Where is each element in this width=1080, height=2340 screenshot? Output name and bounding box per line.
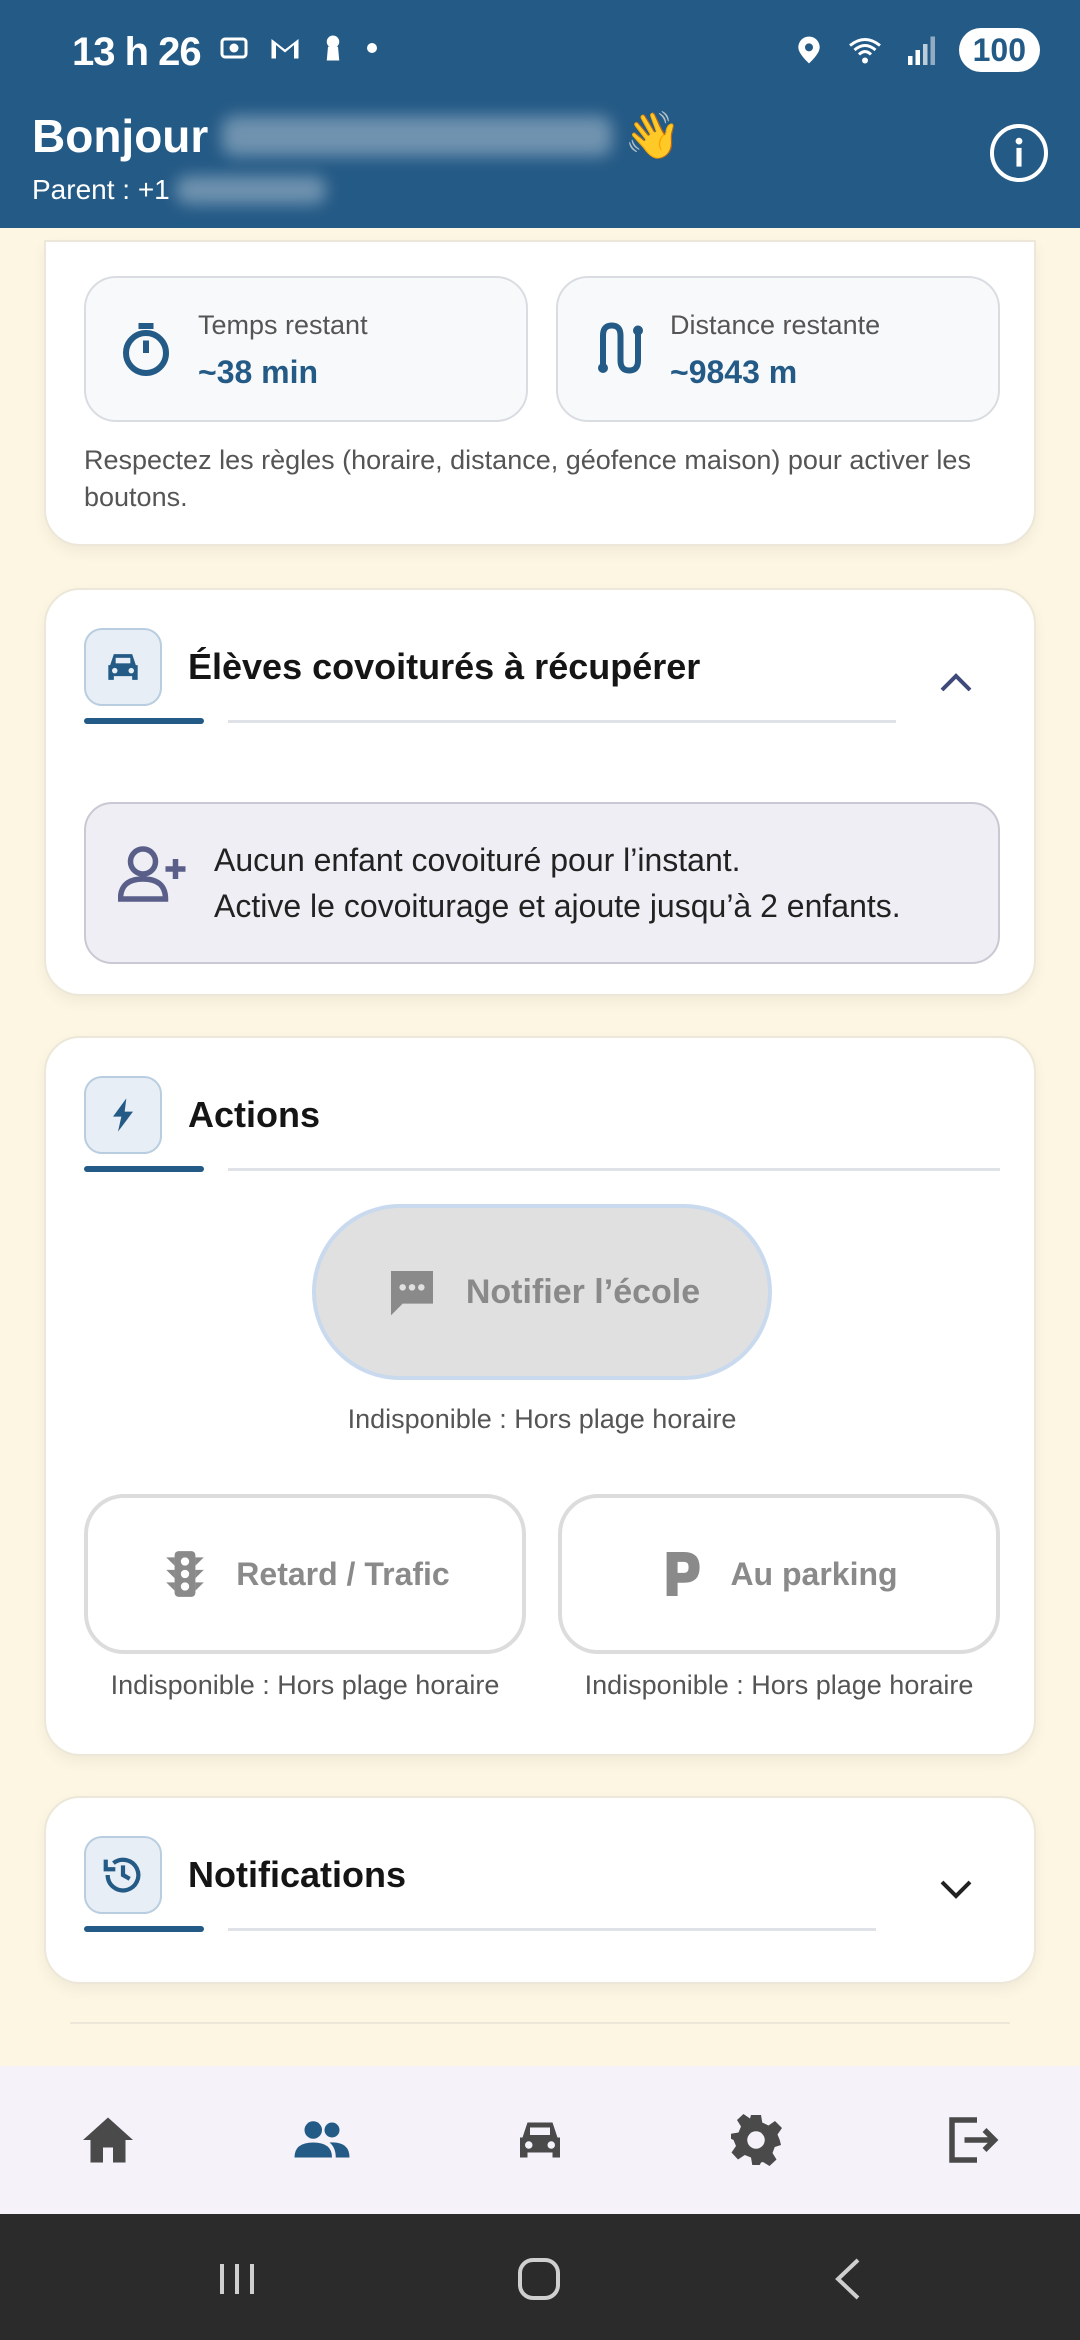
redacted-phone [175,176,326,204]
distance-remaining-box: Distance restante ~9843 m [556,276,1000,422]
home-icon[interactable] [78,2110,138,2170]
delay-traffic-button[interactable]: Retard / Trafic [84,1494,526,1654]
chevron-up-icon[interactable] [936,666,976,696]
traffic-light-icon [166,1551,205,1597]
system-navigation-bar [0,2214,1080,2340]
wave-emoji: 👋 [624,109,682,161]
time-remaining-box: Temps restant ~38 min [84,276,528,422]
location-icon [797,36,820,64]
history-icon [103,1857,141,1893]
status-right: 100 [793,28,1040,72]
carpool-section-header[interactable]: Élèves covoiturés à récupérer [84,628,996,728]
time-remaining-label: Temps restant [198,310,368,340]
greeting-title: Bonjour 👋 [32,108,682,163]
add-user-icon [118,846,186,902]
parking-icon [667,1552,701,1596]
home-button-icon[interactable] [514,2254,564,2304]
carpool-card: Élèves covoiturés à récupérer Aucun enfa… [44,588,1036,996]
screenshot-icon [220,37,248,59]
logout-icon[interactable] [942,2110,1002,2170]
recent-apps-icon[interactable] [212,2254,262,2304]
bolt-icon [113,1098,133,1132]
carpool-underline [228,720,896,723]
car-badge [84,628,162,706]
route-icon [598,322,643,374]
dot-icon [367,43,377,53]
notifications-title: Notifications [188,1854,407,1895]
delay-traffic-label: Retard / Trafic [236,1555,450,1592]
parent-phone: Parent : +1 [32,174,326,206]
notifications-card: Notifications [44,1796,1036,1984]
history-badge [84,1836,162,1914]
at-parking-button[interactable]: Au parking [558,1494,1000,1654]
carpool-empty-state: Aucun enfant covoituré pour l’instant. A… [84,802,1000,964]
content-divider [70,2022,1010,2024]
greeting-text: Bonjour [32,109,209,162]
keyhole-icon [326,35,340,61]
at-parking-hint: Indisponible : Hors plage horaire [584,1670,974,1700]
users-icon[interactable] [292,2110,352,2170]
rules-text: Respectez les règles (horaire, distance,… [84,445,971,512]
actions-title: Actions [188,1094,321,1135]
app-header: 13 h 26 100 Bonjour 👋 Parent : +1 [0,0,1080,228]
notify-school-label: Notifier l’école [465,1272,701,1311]
car-nav-icon[interactable] [510,2110,570,2170]
back-icon[interactable] [824,2254,874,2304]
notify-school-button[interactable]: Notifier l’école [312,1204,772,1380]
time-remaining-value: ~38 min [198,354,319,390]
carpool-underline-accent [84,718,204,724]
redacted-name [222,115,613,156]
trip-status-card: Temps restant ~38 min Distance restante … [44,240,1036,546]
carpool-empty-line1: Aucun enfant covoituré pour l’instant. [214,842,741,878]
status-bar: 13 h 26 100 [0,0,1080,105]
notify-school-hint: Indisponible : Hors plage horaire [347,1404,737,1434]
status-notification-icons [216,30,382,66]
car-icon [108,654,138,680]
gmail-icon [271,39,299,59]
parent-phone-prefix: Parent : +1 [32,174,170,205]
actions-card: Actions Notifier l’école Indisponible : … [44,1036,1036,1756]
settings-gear-icon[interactable] [726,2110,786,2170]
bolt-badge [84,1076,162,1154]
actions-underline-accent [84,1166,204,1172]
message-icon [390,1271,433,1316]
delay-traffic-hint: Indisponible : Hors plage horaire [110,1670,500,1700]
chevron-down-icon[interactable] [936,1874,976,1904]
at-parking-label: Au parking [730,1555,898,1592]
signal-icon [907,36,935,65]
battery-indicator: 100 [958,28,1040,72]
notifications-section-header[interactable]: Notifications [84,1836,996,1936]
info-button[interactable] [990,124,1048,182]
notifications-underline [228,1928,876,1931]
carpool-title: Élèves covoiturés à récupérer [188,646,701,687]
notifications-underline-accent [84,1926,204,1932]
distance-remaining-value: ~9843 m [670,354,798,390]
distance-remaining-label: Distance restante [670,310,881,340]
status-time: 13 h 26 [72,30,202,74]
wifi-icon [848,38,881,64]
actions-section-header: Actions [84,1076,1000,1176]
info-icon [1015,137,1023,167]
carpool-empty-line2: Active le covoiturage et ajoute jusqu’à … [214,888,901,924]
bottom-navigation [0,2066,1080,2214]
actions-underline [228,1168,1000,1171]
timer-icon [123,323,169,376]
